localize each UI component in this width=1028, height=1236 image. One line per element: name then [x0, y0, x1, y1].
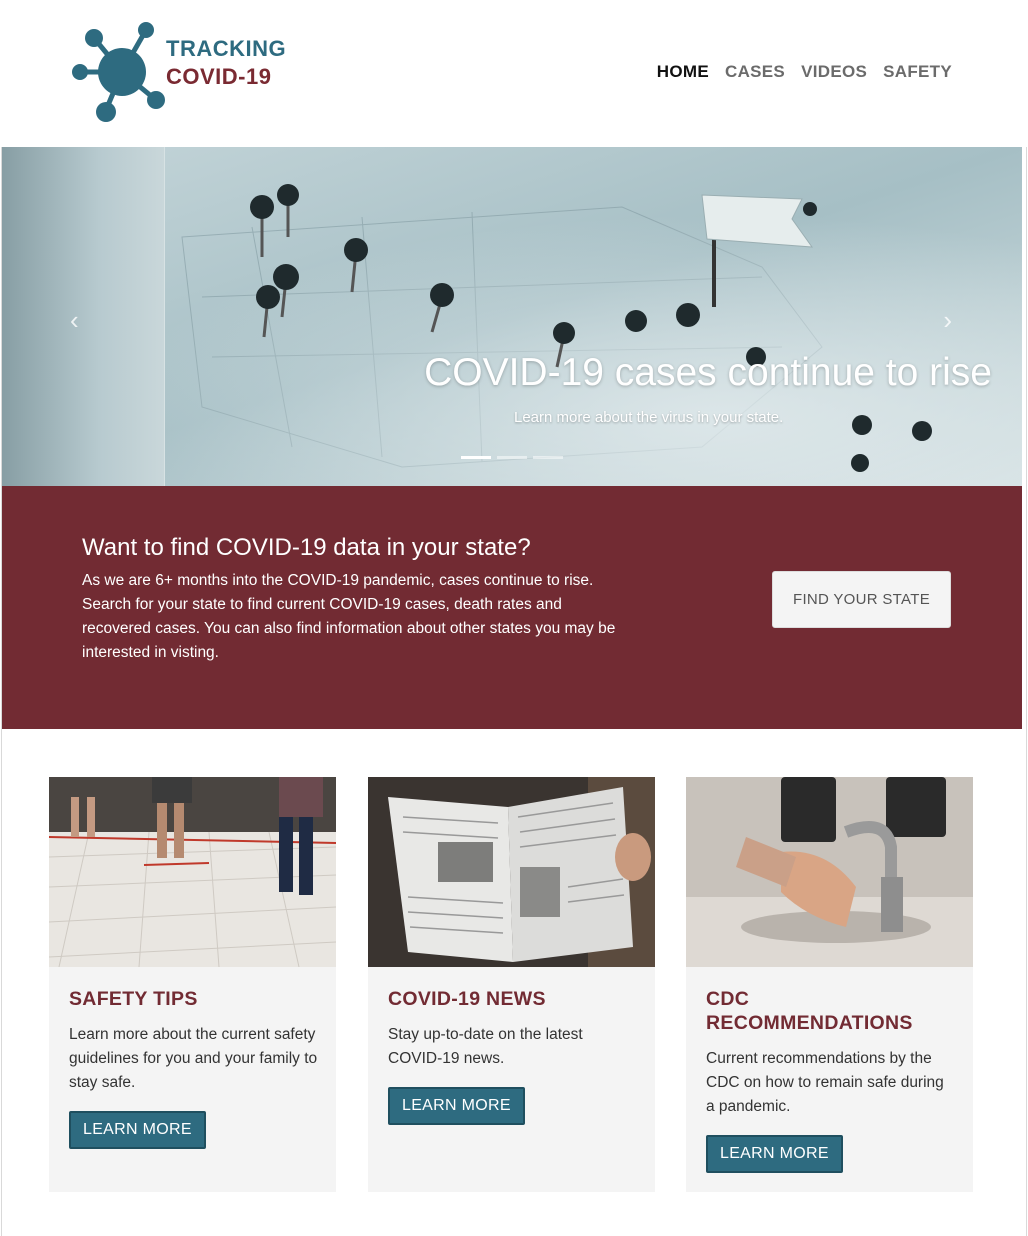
learn-more-button[interactable]: LEARN MORE	[69, 1111, 206, 1149]
nav-cases[interactable]: CASES	[725, 62, 785, 82]
carousel-prev-icon[interactable]: ‹	[70, 305, 79, 336]
carousel-indicator-3[interactable]	[533, 456, 563, 459]
main-nav: HOME CASES VIDEOS SAFETY	[657, 62, 952, 82]
card-image-handwashing	[686, 777, 973, 967]
carousel-indicator-2[interactable]	[497, 456, 527, 459]
nav-safety[interactable]: SAFETY	[883, 62, 952, 82]
logo-line-1: TRACKING	[166, 36, 287, 61]
card-text: Learn more about the current safety guid…	[69, 1026, 318, 1091]
nav-videos[interactable]: VIDEOS	[801, 62, 867, 82]
carousel-next-icon[interactable]: ›	[943, 305, 952, 336]
hero-side-image	[2, 147, 165, 486]
card-text: Stay up-to-date on the latest COVID-19 n…	[388, 1026, 583, 1067]
card-covid-news: COVID-19 NEWS Stay up-to-date on the lat…	[368, 777, 655, 1192]
learn-more-button[interactable]: LEARN MORE	[706, 1135, 843, 1173]
logo-line-2: COVID-19	[166, 64, 272, 89]
card-text: Current recommendations by the CDC on ho…	[706, 1050, 944, 1115]
banner-heading: Want to find COVID-19 data in your state…	[82, 534, 531, 561]
card-safety-tips: SAFETY TIPS Learn more about the current…	[49, 777, 336, 1192]
card-title: CDC RECOMMENDATIONS	[706, 988, 913, 1034]
carousel-indicators	[461, 456, 563, 459]
banner-text: As we are 6+ months into the COVID-19 pa…	[82, 572, 616, 661]
find-state-banner: Want to find COVID-19 data in your state…	[2, 486, 1022, 729]
nav-home[interactable]: HOME	[657, 62, 709, 82]
card-image-floor-queue	[49, 777, 336, 967]
site-header: TRACKING COVID-19 HOME CASES VIDEOS SAFE…	[0, 0, 1028, 147]
card-title: COVID-19 NEWS	[388, 988, 546, 1010]
find-your-state-button[interactable]: FIND YOUR STATE	[772, 571, 951, 628]
card-image-newspaper	[368, 777, 655, 967]
card-title: SAFETY TIPS	[69, 988, 198, 1010]
card-cdc-recommendations: CDC RECOMMENDATIONS Current recommendati…	[686, 777, 973, 1192]
learn-more-button[interactable]: LEARN MORE	[388, 1087, 525, 1125]
hero-subtitle: Learn more about the virus in your state…	[514, 409, 784, 426]
hero-title: COVID-19 cases continue to rise	[424, 351, 992, 394]
carousel-indicator-1[interactable]	[461, 456, 491, 459]
hero-carousel: ‹ › COVID-19 cases continue to rise Lear…	[2, 147, 1022, 486]
